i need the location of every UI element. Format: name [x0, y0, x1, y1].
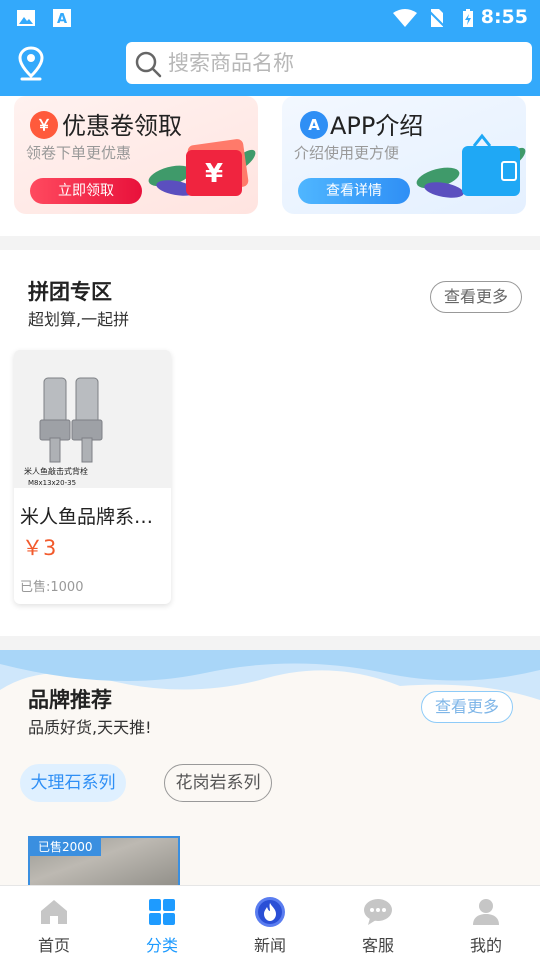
header-bar: A 8:55 — [0, 0, 540, 96]
nav-news[interactable]: 新闻 — [216, 886, 324, 960]
coupon-illustration-icon: ¥ — [148, 139, 256, 196]
product-image-caption-1: 米人鱼敲击式背栓 — [24, 466, 88, 476]
nav-category[interactable]: 分类 — [108, 886, 216, 960]
search-icon — [135, 51, 162, 78]
svg-text:A: A — [57, 12, 67, 27]
group-buy-section: 拼团专区 超划算,一起拼 查看更多 米人鱼敲击式背栓 M8x13x20-35 米… — [0, 250, 540, 636]
search-bar[interactable] — [126, 42, 532, 84]
coupon-subtitle: 领卷下单更优惠 — [26, 144, 132, 162]
app-intro-card[interactable]: A APP介绍 介绍使用更方便 查看详情 — [282, 96, 526, 214]
chat-service-icon — [364, 899, 392, 925]
nav-home[interactable]: 首页 — [0, 886, 108, 960]
coupon-badge-icon: ￥ — [30, 111, 58, 139]
nav-news-label: 新闻 — [253, 936, 286, 955]
user-profile-icon — [473, 899, 499, 925]
product-image-caption-2: M8x13x20-35 — [28, 479, 76, 487]
search-input[interactable] — [168, 46, 518, 80]
group-buy-title: 拼团专区 — [28, 280, 112, 304]
nav-service[interactable]: 客服 — [324, 886, 432, 960]
product-image: 米人鱼敲击式背栓 M8x13x20-35 — [14, 350, 171, 488]
app-notification-icon: A — [53, 9, 71, 27]
app-intro-subtitle: 介绍使用更方便 — [294, 144, 400, 162]
brand-item-image[interactable]: 已售2000 — [28, 836, 180, 886]
home-icon — [41, 900, 67, 924]
svg-text:¥: ¥ — [205, 159, 223, 189]
tab-granite-series[interactable]: 花岗岩系列 — [164, 764, 272, 802]
no-sim-icon — [427, 9, 446, 28]
flame-news-icon — [255, 897, 285, 927]
app-badge-icon: A — [300, 111, 328, 139]
status-time: 8:55 — [480, 6, 528, 28]
product-card[interactable]: 米人鱼敲击式背栓 M8x13x20-35 米人鱼品牌系列膨胀螺栓 ￥3 已售:1… — [14, 350, 171, 604]
tab-marble-series[interactable]: 大理石系列 — [20, 764, 126, 802]
nav-mine[interactable]: 我的 — [432, 886, 540, 960]
brand-section: 品牌推荐 品质好货,天天推! 查看更多 大理石系列 花岗岩系列 已售2000 — [0, 650, 540, 886]
product-sold-count: 已售:1000 — [20, 580, 84, 595]
brand-subtitle: 品质好货,天天推! — [28, 718, 152, 737]
category-grid-icon — [149, 899, 175, 925]
nav-mine-label: 我的 — [469, 936, 502, 955]
group-buy-subtitle: 超划算,一起拼 — [28, 310, 130, 329]
brand-item-sold: 已售2000 — [30, 838, 101, 856]
app-illustration-icon — [416, 133, 526, 198]
nav-service-label: 客服 — [361, 936, 394, 955]
app-intro-title: APP介绍 — [330, 112, 424, 140]
brand-title: 品牌推荐 — [28, 688, 112, 712]
battery-icon — [463, 9, 473, 27]
nav-category-label: 分类 — [145, 936, 178, 955]
product-name: 米人鱼品牌系列膨胀螺栓 — [20, 506, 166, 528]
nav-home-label: 首页 — [37, 936, 70, 955]
status-bar: A 8:55 — [0, 0, 540, 36]
wifi-icon — [393, 9, 417, 27]
location-icon[interactable] — [16, 46, 46, 82]
promo-section: ￥ 优惠卷领取 领卷下单更优惠 立即领取 ¥ A APP介绍 介绍使用更方便 查… — [0, 96, 540, 236]
claim-coupon-button[interactable]: 立即领取 — [30, 178, 142, 204]
gallery-notification-icon — [17, 10, 35, 26]
bottom-nav: 首页 分类 新闻 客服 我的 — [0, 885, 540, 960]
group-buy-more-button[interactable]: 查看更多 — [430, 281, 522, 313]
coupon-card[interactable]: ￥ 优惠卷领取 领卷下单更优惠 立即领取 ¥ — [14, 96, 258, 214]
brand-more-button[interactable]: 查看更多 — [421, 691, 513, 723]
view-details-button[interactable]: 查看详情 — [298, 178, 410, 204]
product-price: ￥3 — [22, 536, 57, 560]
